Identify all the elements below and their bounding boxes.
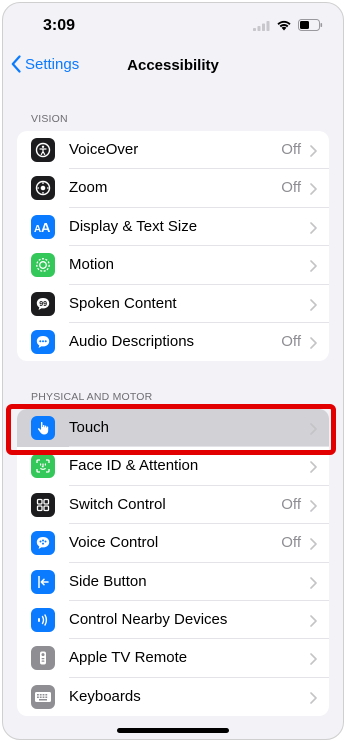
setting-label: Keyboards — [69, 687, 141, 705]
text-size-icon: AA — [31, 214, 55, 239]
chevron-right-icon — [310, 576, 317, 594]
setting-row-audio-descriptions[interactable]: Audio Descriptions Off — [17, 323, 329, 361]
voice-control-icon — [31, 531, 55, 556]
setting-row-motion[interactable]: Motion — [17, 246, 329, 285]
speech-bubble-icon: 99 — [31, 291, 55, 316]
setting-value: Off — [281, 495, 301, 513]
chevron-right-icon — [310, 537, 317, 555]
setting-row-face-id-and-attention[interactable]: Face ID & Attention — [17, 447, 329, 486]
chevron-right-icon — [310, 221, 317, 239]
setting-value: Off — [281, 179, 301, 197]
physical-motor-group: Touch Face ID & Attention Switch Control Of… — [17, 409, 329, 717]
setting-label: Voice Control — [69, 534, 159, 552]
chevron-right-icon — [310, 499, 317, 517]
setting-row-zoom[interactable]: Zoom Off — [17, 169, 329, 208]
chevron-right-icon — [310, 298, 317, 316]
chevron-right-icon — [310, 336, 317, 354]
setting-row-switch-control[interactable]: Switch Control Off — [17, 486, 329, 525]
setting-label: Switch Control — [69, 495, 166, 513]
setting-row-side-button[interactable]: Side Button — [17, 563, 329, 601]
status-bar: 3:09 — [3, 3, 343, 49]
wifi-icon — [277, 20, 291, 31]
section-header-vision: VISION — [31, 113, 68, 125]
motion-icon — [31, 253, 55, 278]
phone-screen: 3:09 Settings Accessibility VISION Voice… — [2, 2, 344, 740]
nearby-devices-icon — [31, 607, 55, 632]
setting-label: VoiceOver — [69, 141, 139, 158]
setting-label: Motion — [69, 256, 115, 274]
audio-description-icon — [31, 329, 55, 354]
page-title: Accessibility — [127, 57, 219, 74]
setting-label: Display & Text Size — [69, 217, 198, 235]
face-id-icon — [31, 454, 55, 479]
vision-group: VoiceOver Off Zoom Off A A Display & Text Size… — [17, 131, 329, 362]
home-indicator — [117, 728, 229, 733]
setting-label: Zoom — [69, 179, 108, 197]
chevron-right-icon — [310, 691, 317, 709]
switch-control-icon — [31, 492, 55, 517]
keyboard-icon — [31, 684, 55, 709]
navigation-bar: Settings Accessibility — [3, 49, 343, 85]
status-icons — [253, 19, 323, 31]
setting-label: Audio Descriptions — [69, 332, 195, 350]
setting-value: Off — [281, 534, 301, 552]
svg-text:99: 99 — [39, 301, 47, 308]
setting-row-voice-control[interactable]: Voice Control Off — [17, 524, 329, 563]
setting-value: Off — [281, 332, 301, 350]
setting-row-touch[interactable]: Touch — [17, 409, 329, 448]
chevron-right-icon — [310, 614, 317, 632]
signal-icon — [253, 20, 270, 31]
chevron-right-icon — [310, 422, 317, 440]
status-time: 3:09 — [43, 17, 76, 34]
voiceover-icon — [31, 138, 55, 162]
hand-icon — [31, 416, 55, 440]
setting-row-voiceover[interactable]: VoiceOver Off — [17, 131, 329, 170]
chevron-right-icon — [310, 259, 317, 277]
setting-label: Side Button — [69, 572, 147, 590]
setting-row-keyboards[interactable]: Keyboards — [17, 678, 329, 716]
svg-text:A: A — [41, 220, 51, 234]
setting-row-apple-tv-remote[interactable]: Apple TV Remote — [17, 639, 329, 678]
chevron-right-icon — [310, 182, 317, 200]
zoom-icon — [31, 176, 55, 201]
setting-row-spoken-content[interactable]: 99 Spoken Content — [17, 285, 329, 323]
setting-label: Apple TV Remote — [69, 649, 188, 667]
setting-row-control-nearby-devices[interactable]: Control Nearby Devices — [17, 601, 329, 640]
battery-icon — [298, 19, 323, 31]
chevron-right-icon — [310, 144, 317, 162]
tv-remote-icon — [31, 646, 55, 671]
setting-label: Face ID & Attention — [69, 457, 199, 475]
setting-value: Off — [281, 141, 301, 158]
section-header-physical-motor: PHYSICAL AND MOTOR — [31, 391, 153, 403]
setting-label: Spoken Content — [69, 294, 177, 312]
chevron-right-icon — [310, 652, 317, 670]
setting-row-display-and-text-size[interactable]: A A Display & Text Size — [17, 208, 329, 247]
chevron-right-icon — [310, 460, 317, 478]
setting-label: Touch — [69, 419, 110, 436]
side-button-icon — [31, 569, 55, 594]
setting-label: Control Nearby Devices — [69, 610, 228, 628]
